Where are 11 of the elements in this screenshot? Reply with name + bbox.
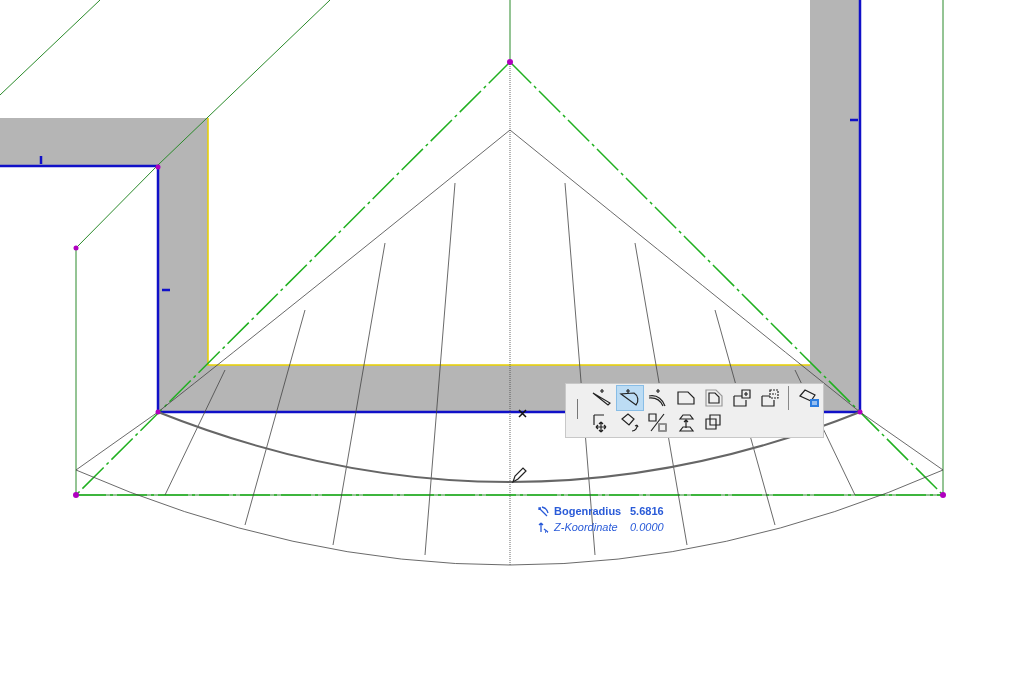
radius-arrow-icon	[537, 504, 550, 518]
addcorner-icon	[730, 386, 754, 410]
tracker-label: Z-Koordinate	[554, 521, 619, 533]
z-axis-icon	[537, 520, 550, 534]
chamfer-icon	[702, 386, 726, 410]
tracker-label: Bogenradius	[554, 505, 623, 517]
arc-tool-button[interactable]	[616, 385, 644, 411]
mirror-icon	[646, 411, 670, 435]
tracker-value[interactable]: 5.6816	[630, 505, 664, 517]
tracker-value[interactable]: 0.0000	[630, 521, 664, 533]
subcorner-icon	[758, 386, 782, 410]
